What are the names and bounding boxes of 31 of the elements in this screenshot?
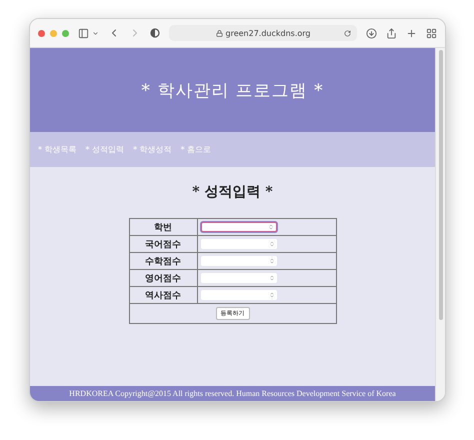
url-text: green27.duckdns.org (226, 28, 310, 38)
share-icon[interactable] (386, 28, 397, 38)
nav-link[interactable]: * 성적입력 (86, 144, 124, 155)
close-button[interactable] (38, 30, 45, 36)
number-field[interactable] (200, 239, 276, 249)
shield-icon[interactable] (150, 28, 160, 38)
footer-text: HRDKOREA Copyright@2015 All rights reserved. Human Resources Development Service of Korea (69, 389, 396, 398)
download-icon[interactable] (366, 28, 377, 38)
zoom-button[interactable] (62, 30, 69, 36)
field-label: 학번 (154, 222, 172, 232)
address-bar[interactable]: green27.duckdns.org (169, 25, 357, 41)
header-title: * 학사관리 프로그램 * (141, 80, 324, 102)
caret-icon[interactable] (92, 30, 99, 36)
field-label: 수학점수 (145, 256, 181, 266)
sidebar-icon[interactable] (78, 28, 89, 38)
nav-link[interactable]: * 학생목록 (38, 144, 77, 155)
field-label: 영어점수 (145, 274, 181, 284)
scrollbar[interactable] (435, 48, 445, 401)
new-tab-icon[interactable] (406, 28, 417, 38)
field-label: 역사점수 (145, 290, 181, 300)
lock-icon (216, 30, 222, 36)
nav-link[interactable]: * 홈으로 (180, 144, 212, 155)
number-field[interactable] (200, 273, 276, 283)
number-field[interactable] (200, 256, 276, 266)
number-field[interactable] (200, 290, 276, 300)
nav-link[interactable]: * 학생성적 (133, 144, 172, 155)
reload-icon[interactable] (344, 30, 351, 36)
tabs-overview-icon[interactable] (426, 28, 437, 38)
field-label: 국어점수 (145, 240, 181, 250)
form-title: * 성적입력 * (192, 183, 273, 201)
number-field[interactable] (200, 222, 276, 232)
